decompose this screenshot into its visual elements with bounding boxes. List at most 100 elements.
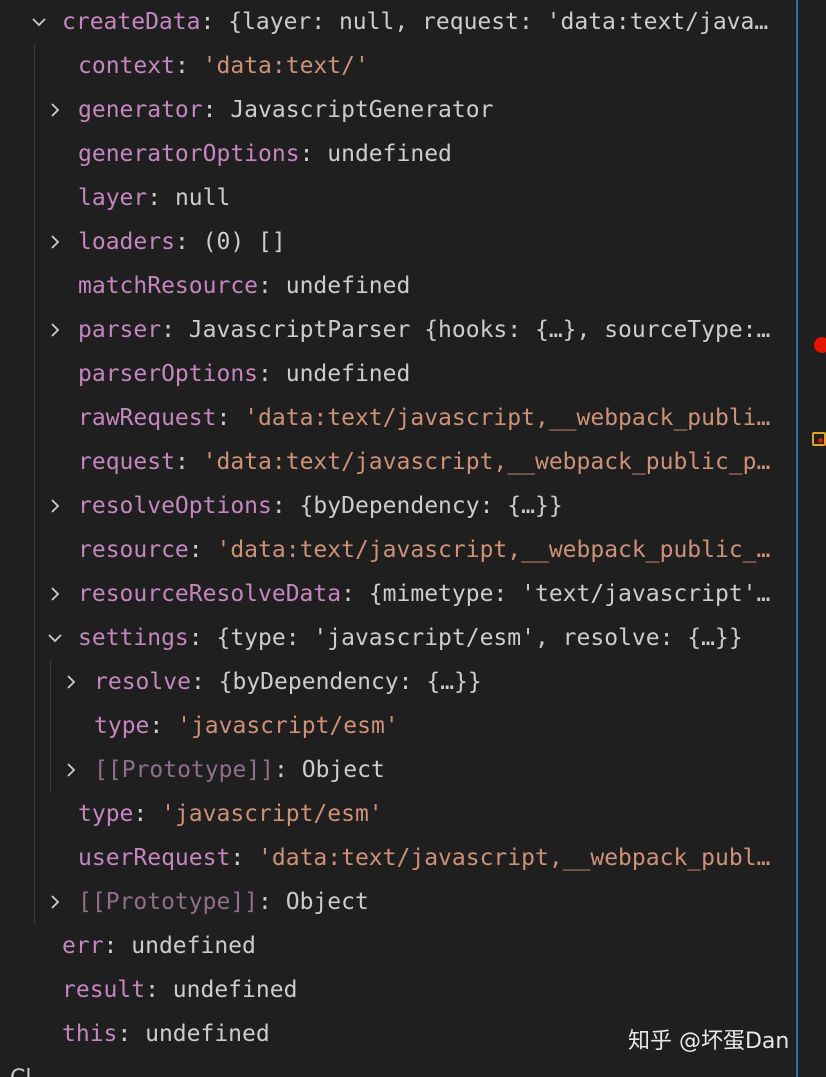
variable-name: type — [94, 713, 150, 739]
variable-row[interactable]: loaders: (0) [] — [0, 220, 796, 264]
variable-row[interactable]: result: undefined — [0, 968, 796, 1012]
variable-name: resolveOptions — [78, 493, 272, 519]
variable-name: resolve — [94, 669, 191, 695]
separator: : — [149, 713, 178, 739]
variable-row[interactable]: matchResource: undefined — [0, 264, 796, 308]
variable-name: type — [78, 801, 134, 827]
variable-entry: err: undefined — [62, 924, 792, 968]
variable-row[interactable]: context: 'data:text/' — [0, 44, 796, 88]
variable-value: (0) [] — [202, 229, 286, 255]
separator: : — [147, 185, 175, 211]
breakpoint-icon[interactable] — [814, 337, 826, 353]
chevron-right-icon[interactable] — [45, 572, 65, 616]
separator: : — [271, 493, 300, 519]
variable-entry: request: 'data:text/javascript,__webpack… — [78, 440, 792, 484]
variable-row[interactable]: [[Prototype]]: Object — [0, 880, 796, 924]
variable-value: 'data:text/javascript,__webpack_publ… — [258, 845, 771, 871]
chevron-right-icon[interactable] — [45, 880, 65, 924]
variable-entry: resolve: {byDependency: {…}} — [94, 660, 792, 704]
variable-name: userRequest — [78, 845, 231, 871]
current-breakpoint-icon[interactable] — [812, 432, 826, 446]
variable-row[interactable]: generatorOptions: undefined — [0, 132, 796, 176]
variable-row[interactable]: [[Prototype]]: Object — [0, 748, 796, 792]
variable-row[interactable]: createData: {layer: null, request: 'data… — [0, 0, 796, 44]
variable-row[interactable]: type: 'javascript/esm' — [0, 704, 796, 748]
separator: : — [202, 97, 231, 123]
variable-entry: settings: {type: 'javascript/esm', resol… — [78, 616, 792, 660]
watermark: 知乎 @坏蛋Dan — [628, 1029, 790, 1054]
separator: : — [230, 845, 259, 871]
variable-name: request — [78, 449, 175, 475]
separator: : — [258, 361, 286, 387]
variable-entry: layer: null — [78, 176, 792, 220]
variable-row[interactable]: parserOptions: undefined — [0, 352, 796, 396]
variable-value: JavascriptGenerator — [230, 97, 494, 123]
variable-row[interactable]: userRequest: 'data:text/javascript,__web… — [0, 836, 796, 880]
variable-entry: result: undefined — [62, 968, 792, 1012]
variable-entry: parser: JavascriptParser {hooks: {…}, so… — [78, 308, 792, 352]
variable-value: {layer: null, request: 'data:text/java… — [228, 9, 769, 35]
variable-value: {mimetype: 'text/javascript'… — [368, 581, 771, 607]
next-section-header[interactable]: Cl — [10, 1064, 31, 1077]
variable-value: 'data:text/javascript,__webpack_publi… — [244, 405, 771, 431]
variable-entry: resourceResolveData: {mimetype: 'text/ja… — [78, 572, 792, 616]
separator: : — [188, 625, 217, 651]
variable-value: undefined — [145, 1021, 270, 1047]
variable-value: 'data:text/' — [202, 53, 369, 79]
variable-entry: rawRequest: 'data:text/javascript,__webp… — [78, 396, 792, 440]
variable-row[interactable]: type: 'javascript/esm' — [0, 792, 796, 836]
editor-gutter[interactable] — [798, 0, 826, 1077]
variable-value: {byDependency: {…}} — [299, 493, 563, 519]
separator: : — [174, 449, 203, 475]
variable-row[interactable]: request: 'data:text/javascript,__webpack… — [0, 440, 796, 484]
variable-entry: resolveOptions: {byDependency: {…}} — [78, 484, 792, 528]
variable-value: 'javascript/esm' — [161, 801, 383, 827]
separator: : — [161, 317, 189, 343]
chevron-right-icon[interactable] — [61, 660, 81, 704]
variable-name: err — [62, 933, 104, 959]
chevron-right-icon[interactable] — [45, 484, 65, 528]
chevron-right-icon[interactable] — [45, 220, 65, 264]
variable-value: JavascriptParser {hooks: {…}, sourceType… — [188, 317, 771, 343]
variable-entry: loaders: (0) [] — [78, 220, 792, 264]
variable-name: resource — [78, 537, 189, 563]
variable-entry: type: 'javascript/esm' — [94, 704, 792, 748]
variable-entry: [[Prototype]]: Object — [78, 880, 792, 924]
variable-row[interactable]: resolve: {byDependency: {…}} — [0, 660, 796, 704]
separator: : — [216, 405, 245, 431]
variable-entry: userRequest: 'data:text/javascript,__web… — [78, 836, 792, 880]
variable-value: undefined — [285, 361, 411, 387]
separator: : — [174, 53, 203, 79]
variable-value: Object — [301, 757, 385, 783]
variable-row[interactable]: resourceResolveData: {mimetype: 'text/ja… — [0, 572, 796, 616]
separator: : — [299, 141, 328, 167]
variable-name: generator — [78, 97, 203, 123]
variable-row[interactable]: err: undefined — [0, 924, 796, 968]
variable-value: 'javascript/esm' — [177, 713, 399, 739]
variable-value: null — [174, 185, 231, 211]
variable-row[interactable]: rawRequest: 'data:text/javascript,__webp… — [0, 396, 796, 440]
variable-row[interactable]: resolveOptions: {byDependency: {…}} — [0, 484, 796, 528]
chevron-right-icon[interactable] — [61, 748, 81, 792]
variable-value: undefined — [327, 141, 452, 167]
variable-row[interactable]: resource: 'data:text/javascript,__webpac… — [0, 528, 796, 572]
variable-value: 'data:text/javascript,__webpack_public_p… — [202, 449, 771, 475]
chevron-right-icon[interactable] — [45, 88, 65, 132]
variable-name: generatorOptions — [78, 141, 300, 167]
separator: : — [258, 889, 286, 915]
chevron-down-icon[interactable] — [29, 0, 49, 44]
variables-panel: createData: {layer: null, request: 'data… — [0, 0, 796, 1077]
variable-name: createData — [62, 9, 201, 35]
variable-row[interactable]: generator: JavascriptGenerator — [0, 88, 796, 132]
variable-row[interactable]: parser: JavascriptParser {hooks: {…}, so… — [0, 308, 796, 352]
variable-row[interactable]: settings: {type: 'javascript/esm', resol… — [0, 616, 796, 660]
variable-entry: type: 'javascript/esm' — [78, 792, 792, 836]
variable-name: this — [62, 1021, 118, 1047]
chevron-right-icon[interactable] — [45, 308, 65, 352]
chevron-down-icon[interactable] — [45, 616, 65, 660]
variable-value: Object — [285, 889, 369, 915]
variable-row[interactable]: layer: null — [0, 176, 796, 220]
separator: : — [117, 1021, 146, 1047]
separator: : — [200, 9, 229, 35]
variable-value: undefined — [285, 273, 411, 299]
